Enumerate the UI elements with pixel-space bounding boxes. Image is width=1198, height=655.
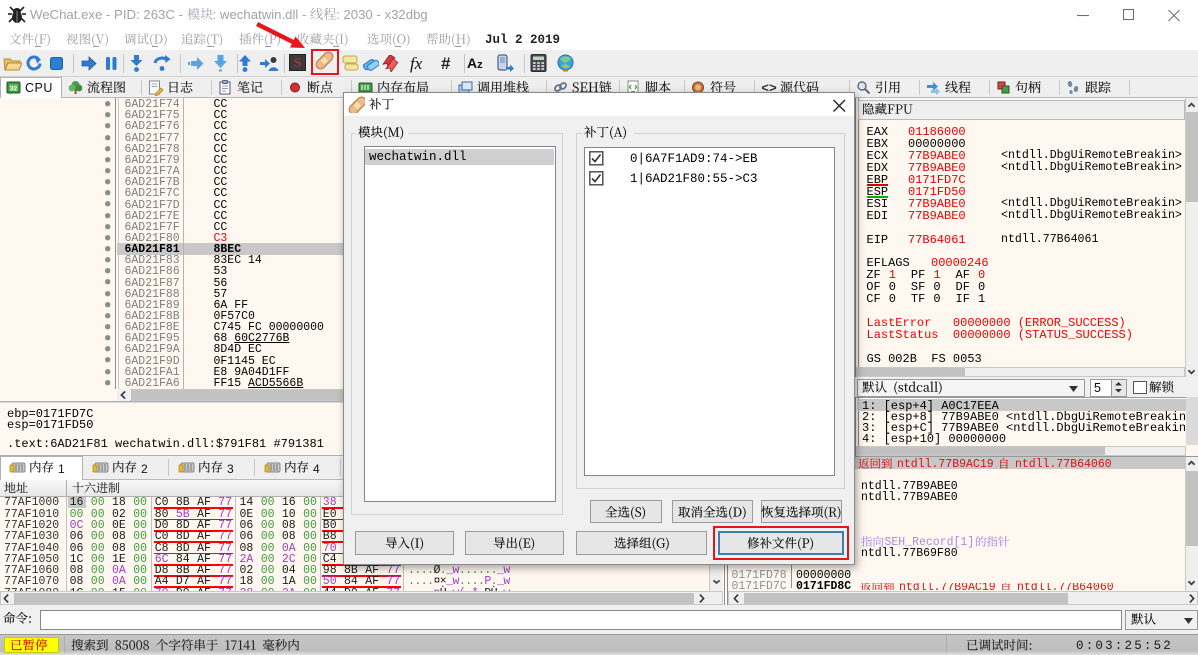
svg-text:S: S [294,56,302,71]
svg-text:32: 32 [10,85,18,92]
